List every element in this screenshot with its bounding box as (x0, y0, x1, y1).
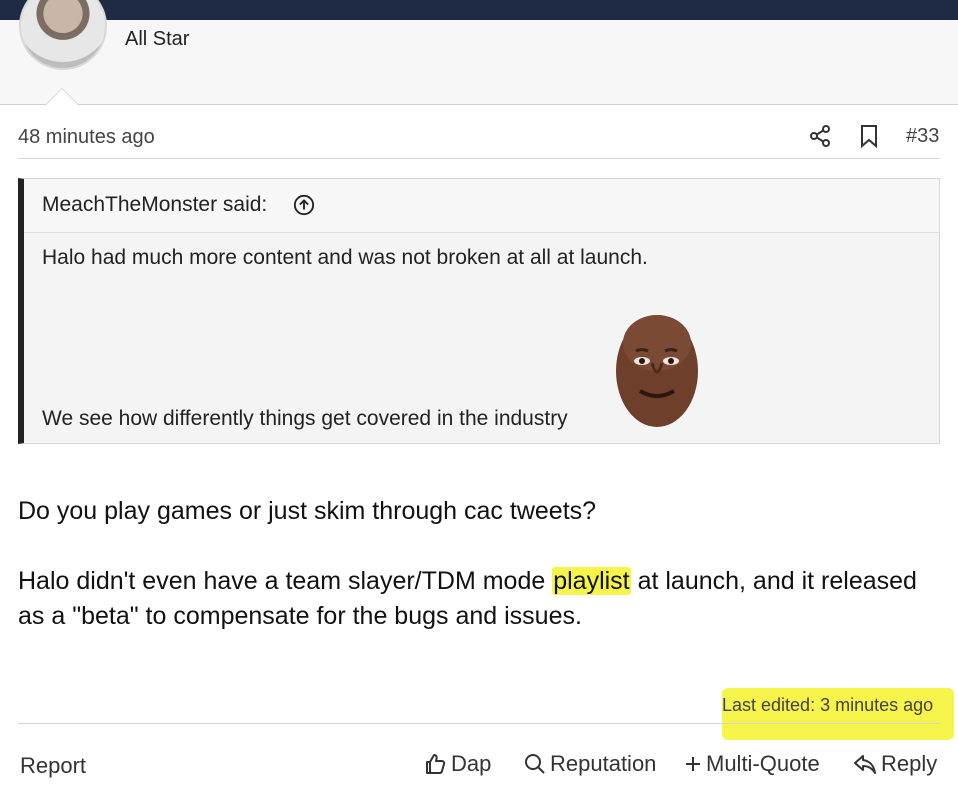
top-navigation-bar (0, 0, 958, 20)
reply-arrow-icon (854, 755, 876, 774)
quote-author: MeachTheMonster said: (42, 193, 268, 216)
post-pointer (45, 88, 79, 105)
post-meta: 48 minutes ago #33 (18, 112, 940, 159)
arrow-up-circle-icon[interactable] (293, 194, 315, 216)
thumbs-up-icon (426, 754, 446, 774)
share-icon[interactable] (808, 124, 832, 148)
bookmark-icon[interactable] (858, 124, 880, 148)
post-page: All Star 48 minutes ago #33 MeachTheMons… (0, 0, 958, 800)
author-section: All Star (0, 0, 958, 105)
author-rank: All Star (125, 28, 190, 50)
report-button[interactable]: Report (20, 753, 86, 779)
reply-button[interactable]: Reply (853, 751, 937, 777)
plus-icon (686, 757, 700, 771)
post-paragraph-2: Halo didn't even have a team slayer/TDM … (18, 564, 938, 634)
post-divider (18, 723, 940, 724)
last-edited-label: Last edited: 3 minutes ago (722, 695, 934, 715)
multi-quote-label: Multi-Quote (706, 751, 820, 776)
reputation-label: Reputation (550, 751, 657, 776)
emoji-face-image (616, 315, 698, 427)
quote-block: MeachTheMonster said: Halo had much more… (18, 178, 940, 444)
dap-label: Dap (451, 751, 492, 776)
reply-label: Reply (881, 751, 938, 776)
quote-text-line-2: We see how differently things get covere… (42, 407, 568, 430)
avatar[interactable] (19, 0, 107, 70)
search-icon (525, 754, 545, 774)
highlighted-word: playlist (552, 567, 631, 595)
quote-text-line-1: Halo had much more content and was not b… (42, 246, 648, 269)
post-timestamp[interactable]: 48 minutes ago (18, 126, 155, 149)
quote-header: MeachTheMonster said: (24, 179, 939, 233)
multi-quote-button[interactable]: Multi-Quote (684, 751, 820, 777)
reputation-button[interactable]: Reputation (524, 751, 656, 777)
post-paragraph-1: Do you play games or just skim through c… (18, 497, 597, 525)
post-number[interactable]: #33 (906, 125, 939, 148)
dap-button[interactable]: Dap (423, 751, 491, 777)
paragraph-2-text-start: Halo didn't even have a team slayer/TDM … (18, 567, 553, 595)
